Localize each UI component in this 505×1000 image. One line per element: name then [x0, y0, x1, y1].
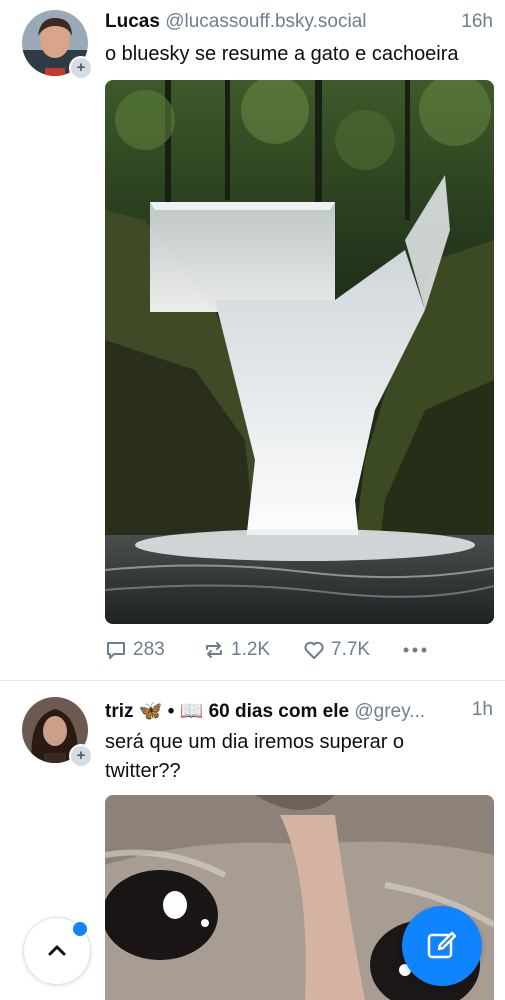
reply-icon: [107, 642, 125, 659]
author-handle[interactable]: @lucassouff.bsky.social: [165, 11, 366, 32]
compose-post-button[interactable]: [402, 906, 482, 986]
author-name[interactable]: triz 🦋 • 📖 60 dias com ele: [105, 701, 349, 722]
heart-icon: [304, 641, 324, 659]
like-count: 7.7K: [331, 639, 371, 660]
like-button[interactable]: 7.7K: [303, 636, 370, 664]
post-time[interactable]: 1h: [472, 699, 493, 721]
new-posts-indicator-dot: [71, 920, 89, 938]
author-name[interactable]: Lucas: [105, 11, 160, 32]
post-text: será que um dia iremos superar o twitter…: [105, 728, 404, 786]
post-actions: 283 1.2K 7.7K: [105, 636, 435, 664]
post-time[interactable]: 16h: [461, 11, 493, 33]
post-1[interactable]: + Lucas @lucassouff.bsky.social 16h o bl…: [0, 0, 505, 680]
post-header: triz 🦋 • 📖 60 dias com ele @grey...: [105, 699, 425, 727]
author-handle[interactable]: @grey...: [354, 701, 425, 722]
post-header: Lucas @lucassouff.bsky.social: [105, 11, 366, 39]
repost-button[interactable]: 1.2K: [203, 636, 270, 664]
post-image-waterfall[interactable]: [105, 80, 494, 624]
post-text: o bluesky se resume a gato e cachoeira: [105, 43, 459, 65]
repost-icon: [206, 642, 222, 658]
chevron-up-icon: [48, 945, 66, 956]
more-button[interactable]: [402, 636, 428, 664]
reply-count: 283: [133, 639, 165, 660]
follow-plus-icon[interactable]: +: [69, 56, 93, 80]
compose-icon: [427, 931, 457, 959]
more-icon: [403, 647, 427, 653]
repost-count: 1.2K: [231, 639, 271, 660]
follow-plus-icon[interactable]: +: [69, 744, 93, 768]
reply-button[interactable]: 283: [105, 636, 165, 664]
post-text-line-1: será que um dia iremos superar o: [105, 731, 405, 753]
post-text-line-2: twitter??: [105, 760, 181, 782]
